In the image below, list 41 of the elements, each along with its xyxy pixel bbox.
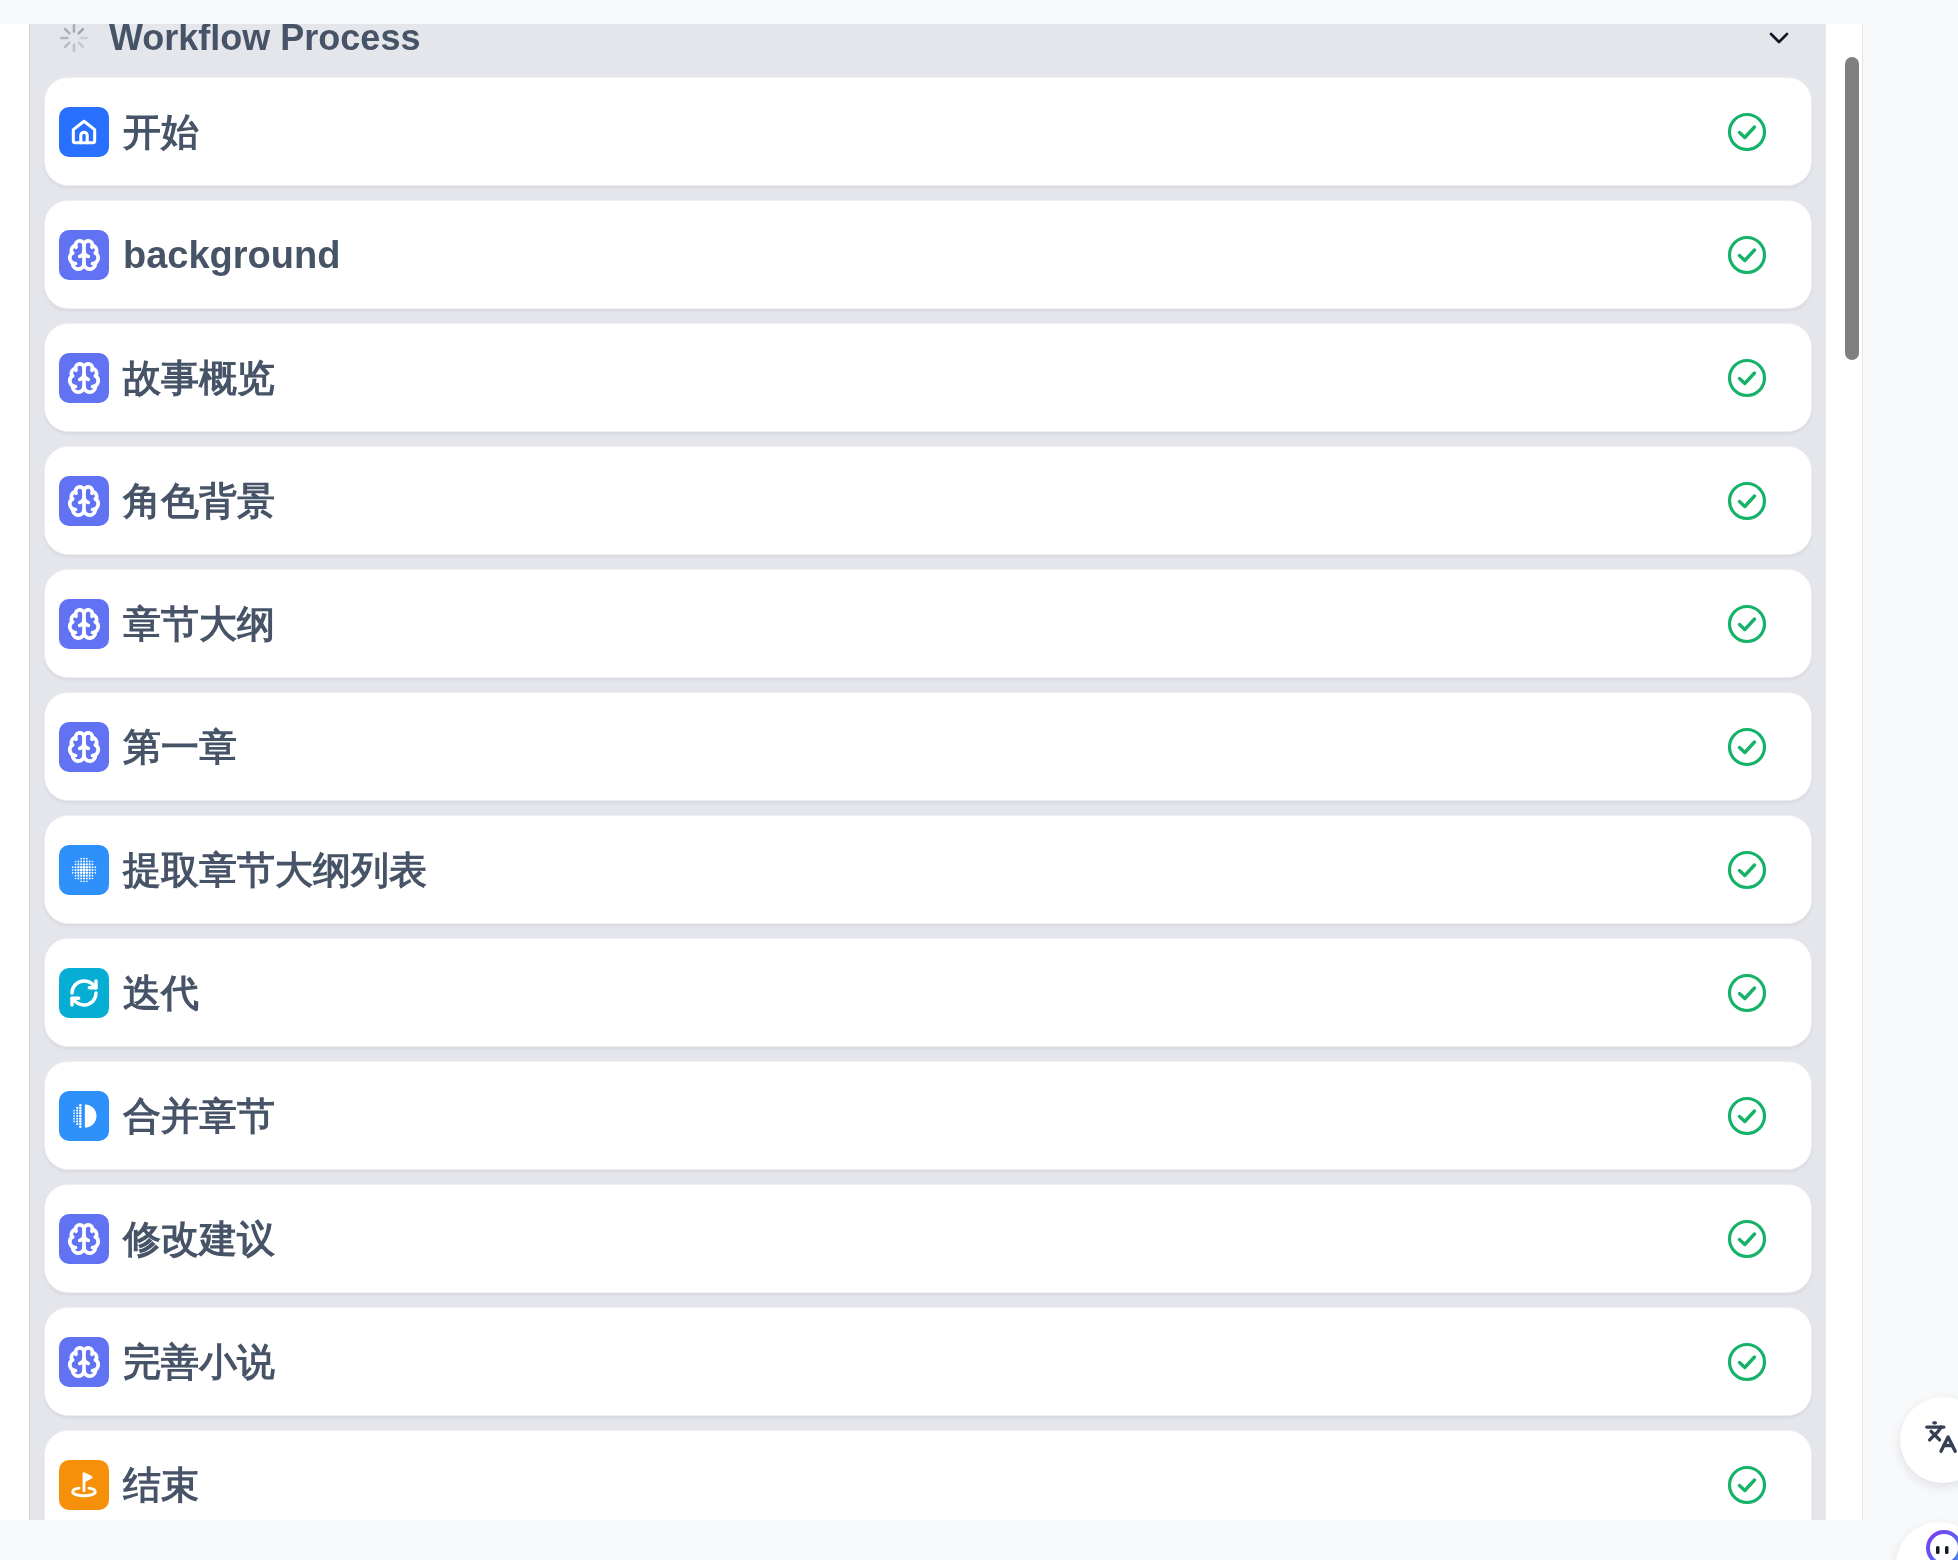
brain-icon bbox=[59, 352, 109, 403]
node-card[interactable]: 结束 bbox=[44, 1430, 1812, 1520]
brain-icon bbox=[59, 229, 109, 280]
brain-icon bbox=[59, 475, 109, 526]
node-card[interactable]: 迭代 bbox=[44, 938, 1812, 1047]
node-card[interactable]: 故事概览 bbox=[44, 323, 1812, 432]
brain-icon bbox=[59, 598, 109, 649]
node-card[interactable]: 角色背景 bbox=[44, 446, 1812, 555]
node-card[interactable]: 修改建议 bbox=[44, 1184, 1812, 1293]
half-dots-icon bbox=[59, 1090, 109, 1141]
workflow-title: Workflow Process bbox=[109, 24, 421, 52]
brain-icon bbox=[59, 1336, 109, 1387]
scrollbar-thumb[interactable] bbox=[1845, 57, 1859, 360]
node-card[interactable]: 提取章节大纲列表 bbox=[44, 815, 1812, 924]
node-card[interactable]: 合并章节 bbox=[44, 1061, 1812, 1170]
node-title: background bbox=[123, 232, 341, 278]
cycle-arrows-icon bbox=[59, 967, 109, 1018]
home-icon bbox=[59, 106, 109, 157]
node-title: 结束 bbox=[123, 1462, 199, 1508]
node-title: 完善小说 bbox=[123, 1339, 275, 1385]
node-card[interactable]: background bbox=[44, 200, 1812, 309]
node-title: 迭代 bbox=[123, 970, 199, 1016]
brain-icon bbox=[59, 1213, 109, 1264]
node-card[interactable]: 完善小说 bbox=[44, 1307, 1812, 1416]
node-title: 合并章节 bbox=[123, 1093, 275, 1139]
node-title: 故事概览 bbox=[123, 355, 275, 401]
dot-grid-icon bbox=[59, 844, 109, 895]
node-title: 修改建议 bbox=[123, 1216, 275, 1262]
chevron-down-icon[interactable] bbox=[1769, 32, 1789, 44]
flag-icon bbox=[59, 1459, 109, 1510]
node-card[interactable]: 第一章 bbox=[44, 692, 1812, 801]
node-title: 章节大纲 bbox=[123, 601, 275, 647]
face-icon bbox=[1924, 1528, 1958, 1560]
node-card[interactable]: 开始 bbox=[44, 77, 1812, 186]
translate-icon bbox=[1924, 1420, 1958, 1454]
brain-icon bbox=[59, 721, 109, 772]
node-card[interactable]: 章节大纲 bbox=[44, 569, 1812, 678]
node-title: 开始 bbox=[123, 109, 199, 155]
node-title: 提取章节大纲列表 bbox=[123, 847, 427, 893]
node-title: 角色背景 bbox=[123, 478, 275, 524]
node-title: 第一章 bbox=[123, 724, 237, 770]
